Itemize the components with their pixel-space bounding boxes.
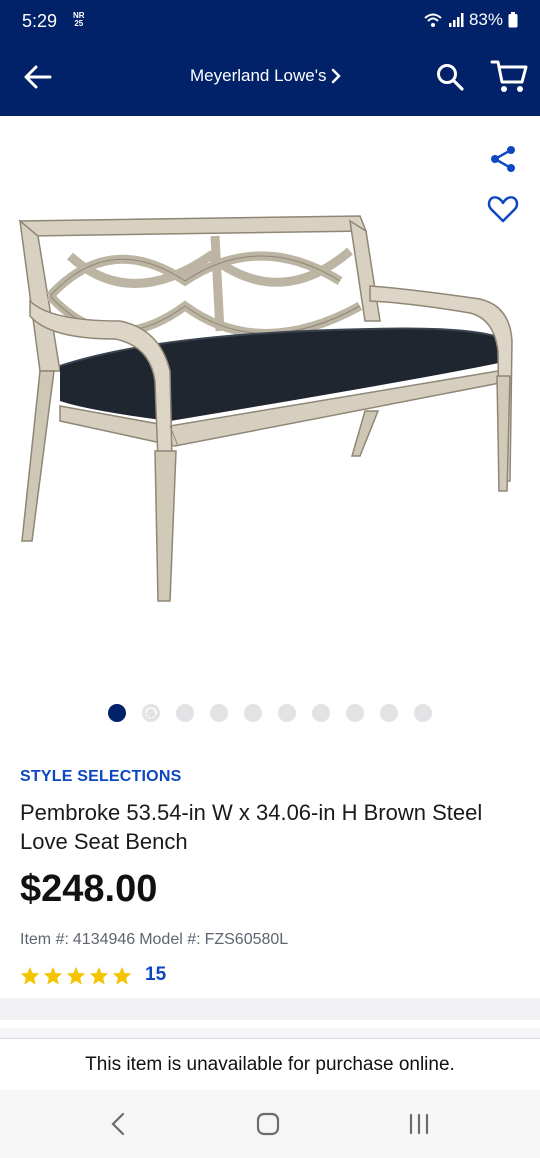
back-arrow-icon xyxy=(24,65,52,89)
store-name: Meyerland Lowe's xyxy=(190,66,327,85)
product-image[interactable] xyxy=(10,211,520,611)
item-number: 4134946 xyxy=(72,931,136,948)
nav-home-button[interactable] xyxy=(255,1111,281,1137)
unavailable-banner: This item is unavailable for purchase on… xyxy=(0,1038,540,1090)
gallery-dot[interactable] xyxy=(176,704,194,722)
review-count[interactable]: 15 xyxy=(145,964,166,986)
section-divider xyxy=(0,998,540,1020)
rating-summary[interactable]: 15 xyxy=(20,964,166,986)
share-button[interactable] xyxy=(488,144,518,174)
360-spin-icon xyxy=(145,707,157,719)
gallery-dot[interactable] xyxy=(312,704,330,722)
cart-icon xyxy=(490,60,528,92)
star-icon xyxy=(112,966,132,985)
model-number: FZS60580L xyxy=(204,931,289,948)
gallery-dot[interactable] xyxy=(414,704,432,722)
product-gallery[interactable] xyxy=(0,116,540,736)
gallery-dot[interactable] xyxy=(346,704,364,722)
status-indicators: 83% xyxy=(423,10,518,30)
system-nav-bar xyxy=(0,1090,540,1158)
brand-link[interactable]: STYLE SELECTIONS xyxy=(20,768,181,786)
nav-recents-icon xyxy=(409,1113,429,1135)
battery-icon xyxy=(508,12,518,28)
search-icon xyxy=(437,64,464,91)
product-page: 5:29 NR 25 83% Meyerland Lowe's STYLE SE… xyxy=(0,0,540,1158)
wifi-icon xyxy=(424,13,442,27)
status-bar: 5:29 NR 25 83% xyxy=(0,0,540,38)
product-price: $248.00 xyxy=(20,868,158,910)
search-button[interactable] xyxy=(435,62,465,92)
item-model-info: Item #: 4134946 Model #: FZS60580L xyxy=(20,931,288,949)
back-button[interactable] xyxy=(22,63,54,91)
gallery-pagination xyxy=(108,704,432,722)
battery-percent: 83% xyxy=(468,10,503,29)
gallery-dot-360[interactable] xyxy=(142,704,160,722)
gallery-dot[interactable] xyxy=(210,704,228,722)
gallery-dot[interactable] xyxy=(380,704,398,722)
nav-home-icon xyxy=(256,1112,280,1136)
item-label: Item #: xyxy=(20,931,69,948)
star-icon xyxy=(66,966,86,985)
cart-button[interactable] xyxy=(490,58,528,94)
section-divider xyxy=(0,1028,540,1038)
unavailable-message: This item is unavailable for purchase on… xyxy=(85,1053,455,1075)
nav-back-button[interactable] xyxy=(108,1110,128,1138)
gallery-dot[interactable] xyxy=(108,704,126,722)
gallery-dot[interactable] xyxy=(244,704,262,722)
model-label: Model #: xyxy=(139,931,201,948)
nav-recents-button[interactable] xyxy=(405,1112,433,1136)
product-title: Pembroke 53.54-in W x 34.06-in H Brown S… xyxy=(20,800,483,854)
star-icon xyxy=(20,966,40,985)
gallery-dot[interactable] xyxy=(278,704,296,722)
app-header: Meyerland Lowe's xyxy=(0,38,540,116)
store-selector[interactable]: Meyerland Lowe's xyxy=(190,66,342,86)
share-icon xyxy=(491,146,515,172)
notification-icon: NR 25 xyxy=(73,11,85,28)
signal-icon xyxy=(448,13,464,27)
star-icon xyxy=(43,966,63,985)
nav-back-icon xyxy=(111,1112,125,1136)
status-time: 5:29 xyxy=(22,11,58,31)
chevron-right-icon xyxy=(332,68,342,84)
star-icon xyxy=(89,966,109,985)
